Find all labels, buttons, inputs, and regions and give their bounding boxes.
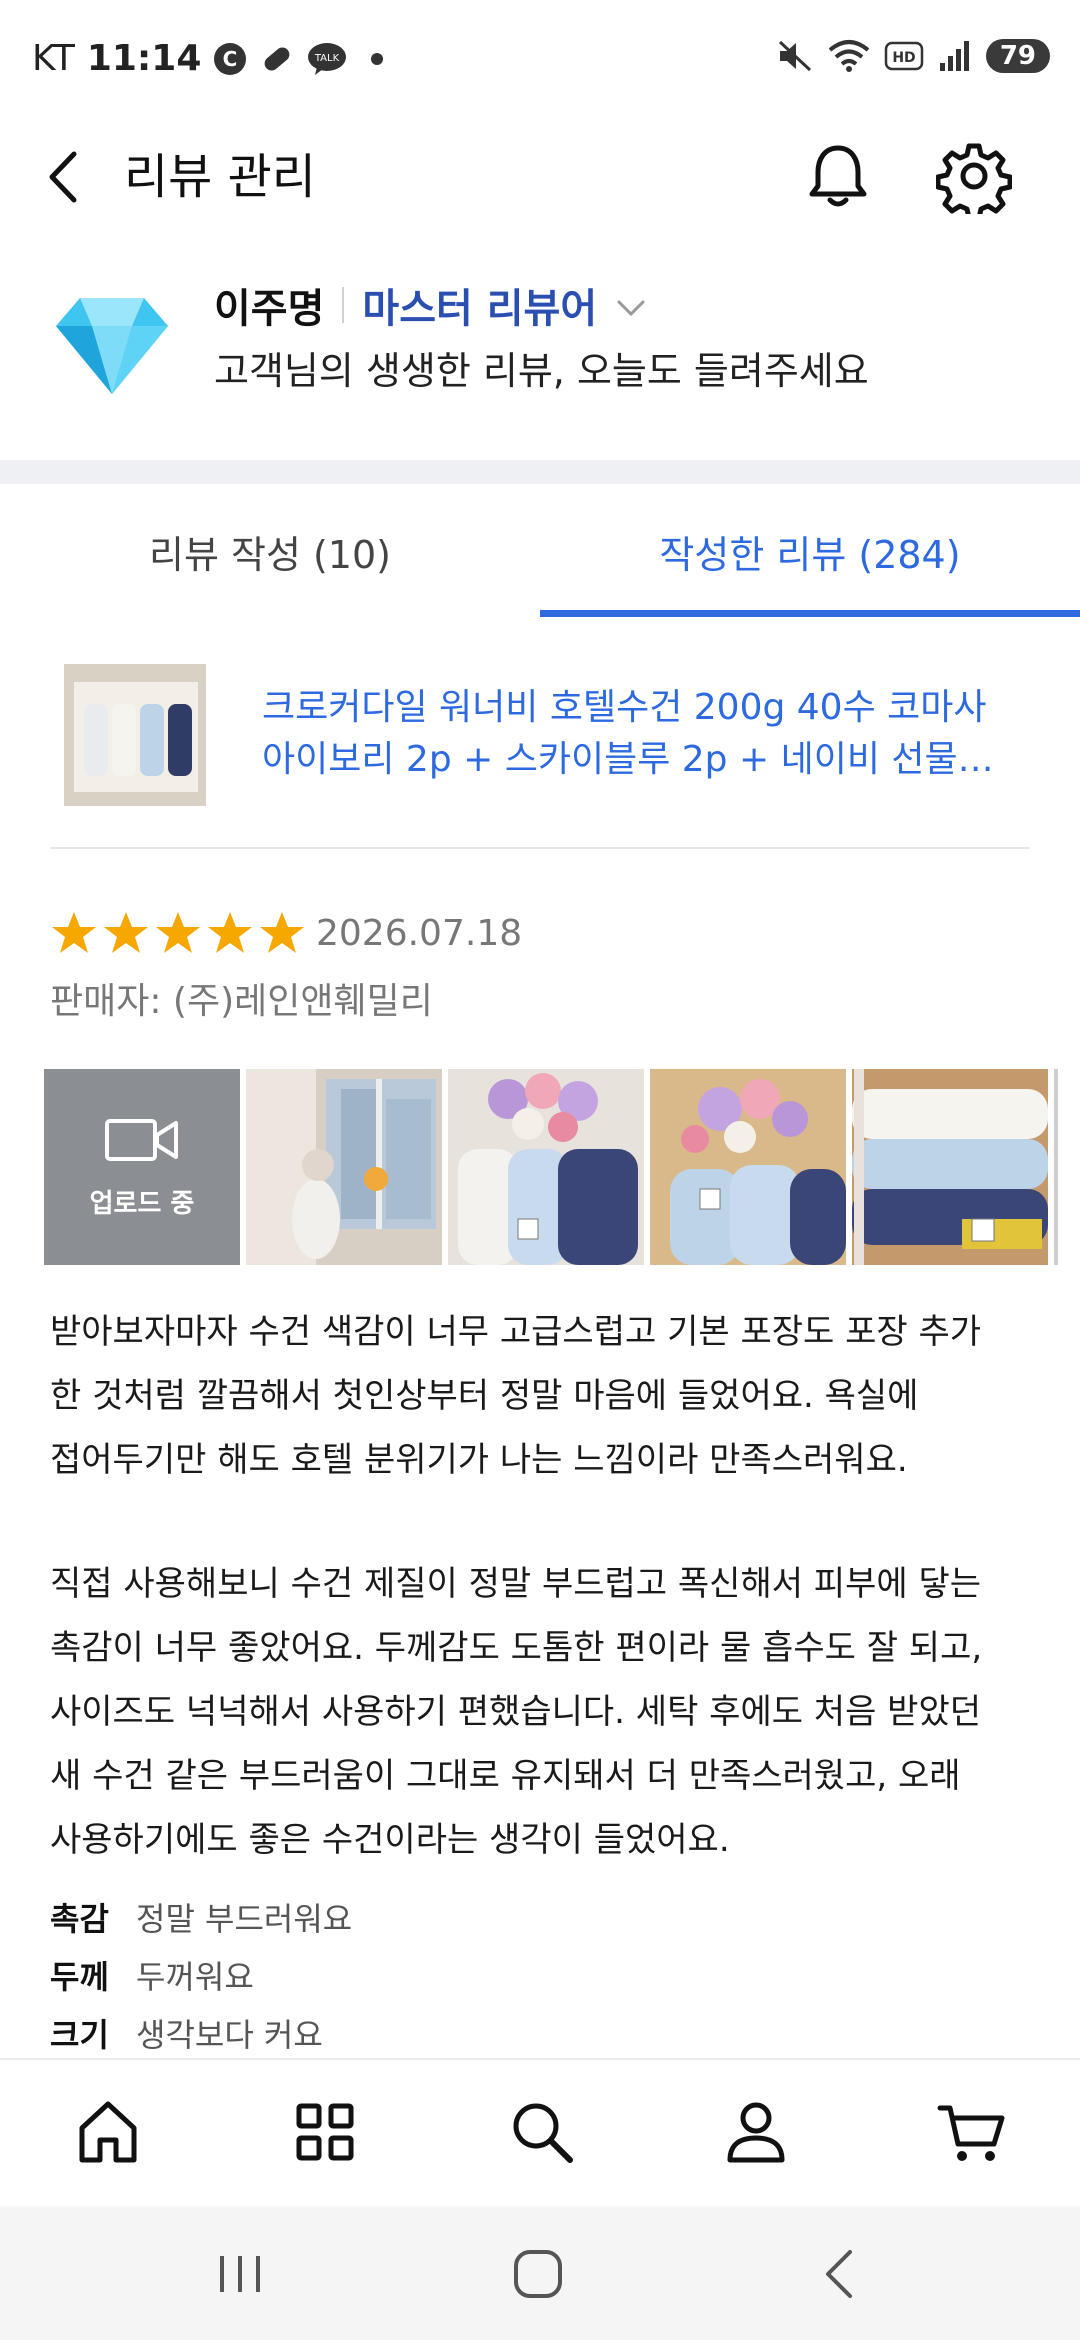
review-date: 2026.07.18 xyxy=(316,913,523,954)
pill-icon xyxy=(259,41,295,77)
upload-tile[interactable]: 업로드 중 xyxy=(44,1069,240,1265)
star-icon xyxy=(156,912,200,953)
carrier-label: KT xyxy=(32,38,75,79)
profile-icon[interactable] xyxy=(716,2092,796,2172)
profile-heading: 이주명 마스터 리뷰어 xyxy=(214,276,647,334)
svg-text:TALK: TALK xyxy=(314,53,340,64)
grid-icon[interactable] xyxy=(285,2092,365,2172)
user-name: 이주명 xyxy=(214,286,325,332)
svg-text:HD: HD xyxy=(892,50,915,66)
attribute-key: 두께 xyxy=(50,1958,109,1996)
attribute-key: 크기 xyxy=(50,2016,109,2054)
seller-name: 판매자: (주)레인앤훼밀리 xyxy=(50,981,433,1022)
review-line: 사용하기에도 좋은 수건이라는 생각이 들었어요. xyxy=(50,1820,730,1860)
star-icon xyxy=(208,912,252,953)
attribute-row: 두께 두꺼워요 xyxy=(50,1948,352,2006)
review-line: 새 수건 같은 부드러움이 그대로 유지돼서 더 만족스러웠고, 오래 xyxy=(50,1756,961,1796)
hd-icon: HD xyxy=(884,41,924,71)
review-line: 받아보자마자 수건 색감이 너무 고급스럽고 기본 포장도 포장 추가 xyxy=(50,1312,982,1352)
svg-text:C: C xyxy=(223,47,238,71)
active-tab-indicator xyxy=(540,610,1080,617)
product-divider xyxy=(50,847,1030,849)
chevron-down-icon[interactable] xyxy=(615,282,647,328)
review-line: 직접 사용해보니 수건 제질이 정말 부드럽고 폭신해서 피부에 닿는 xyxy=(50,1564,982,1604)
home-button-icon[interactable] xyxy=(508,2244,568,2308)
mute-icon xyxy=(776,38,814,74)
search-icon[interactable] xyxy=(502,2092,582,2172)
status-bar: KT 11:14 C TALK HD 79 xyxy=(0,0,1080,120)
tab-write-review[interactable]: 리뷰 작성 (10) xyxy=(0,500,540,610)
clock: 11:14 xyxy=(86,38,202,79)
product-title-line1: 크로커다일 워너비 호텔수건 200g 40수 코마사 xyxy=(262,687,987,728)
c-icon: C xyxy=(213,42,247,76)
gear-icon[interactable] xyxy=(935,138,1013,221)
review-photos: 업로드 중 xyxy=(44,1069,1048,1265)
product-thumbnail[interactable] xyxy=(64,664,206,806)
wifi-icon xyxy=(828,38,870,74)
tab-written-reviews[interactable]: 작성한 리뷰 (284) xyxy=(540,500,1080,610)
cart-icon[interactable] xyxy=(932,2092,1012,2172)
attribute-row: 촉감 정말 부드러워요 xyxy=(50,1890,352,1948)
profile-subtitle: 고객님의 생생한 리뷰, 오늘도 들려주세요 xyxy=(214,349,869,393)
talk-icon: TALK xyxy=(307,41,347,77)
review-line: 한 것처럼 깔끔해서 첫인상부터 정말 마음에 들었어요. 욕실에 xyxy=(50,1376,919,1416)
attribute-key: 촉감 xyxy=(50,1900,109,1938)
star-icon xyxy=(52,912,96,953)
home-icon[interactable] xyxy=(68,2092,148,2172)
back-icon[interactable] xyxy=(38,142,94,212)
review-photo[interactable] xyxy=(852,1069,1048,1265)
section-divider xyxy=(0,460,1080,484)
app-header: 리뷰 관리 xyxy=(0,120,1080,232)
upload-status-label: 업로드 중 xyxy=(89,1188,195,1219)
star-icon xyxy=(104,912,148,953)
notification-dot xyxy=(371,52,384,65)
signal-icon xyxy=(938,39,972,73)
page-title: 리뷰 관리 xyxy=(124,149,316,205)
review-photo[interactable] xyxy=(246,1069,442,1265)
review-attributes: 촉감 정말 부드러워요 두께 두꺼워요 크기 생각보다 커요 xyxy=(50,1890,352,2064)
name-separator xyxy=(342,287,345,323)
system-nav-bar xyxy=(0,2206,1080,2340)
reviewer-grade[interactable]: 마스터 리뷰어 xyxy=(362,276,597,334)
product-title-line2: 아이보리 2p + 스카이블루 2p + 네이비 선물세... xyxy=(262,739,1022,780)
bottom-nav xyxy=(0,2058,1080,2208)
video-camera-icon xyxy=(104,1115,180,1169)
attribute-row: 크기 생각보다 커요 xyxy=(50,2006,352,2064)
bell-icon[interactable] xyxy=(800,138,876,214)
diamond-badge-icon xyxy=(52,290,172,400)
review-photo[interactable] xyxy=(650,1069,846,1265)
attribute-value: 생각보다 커요 xyxy=(136,2016,323,2054)
recent-apps-icon[interactable] xyxy=(210,2244,270,2308)
photo-strip-overflow xyxy=(1054,1069,1058,1265)
product-title[interactable]: 크로커다일 워너비 호텔수건 200g 40수 코마사 아이보리 2p + 스카… xyxy=(262,682,1022,786)
attribute-value: 정말 부드러워요 xyxy=(136,1900,353,1938)
star-icon xyxy=(260,912,304,953)
review-line: 촉감이 너무 좋았어요. 두께감도 도톰한 편이라 물 흡수도 잘 되고, xyxy=(50,1628,983,1668)
star-rating xyxy=(50,910,306,956)
review-line: 사이즈도 넉넉해서 사용하기 편했습니다. 세탁 후에도 처음 받았던 xyxy=(50,1692,982,1732)
review-text: 받아보자마자 수건 색감이 너무 고급스럽고 기본 포장도 포장 추가 한 것처… xyxy=(50,1300,1040,1872)
review-line: 접어두기만 해도 호텔 분위기가 나는 느낌이라 만족스러워요. xyxy=(50,1440,908,1480)
back-button-icon[interactable] xyxy=(812,2244,872,2308)
attribute-value: 두꺼워요 xyxy=(136,1958,254,1996)
battery-indicator: 79 xyxy=(985,39,1050,73)
review-photo[interactable] xyxy=(448,1069,644,1265)
